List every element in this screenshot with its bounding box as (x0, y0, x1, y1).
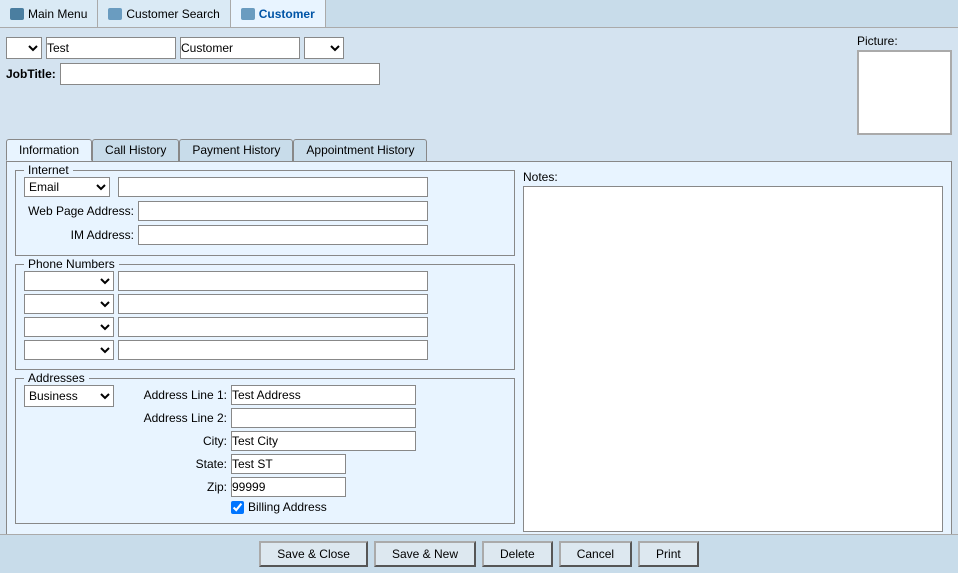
zip-row: Zip: (122, 477, 506, 497)
content-area: JobTitle: Picture: Information Call Hist… (0, 28, 958, 534)
webpage-input[interactable] (138, 201, 428, 221)
city-row: City: (122, 431, 506, 451)
phone-row-1 (24, 271, 506, 291)
first-name-input[interactable] (46, 37, 176, 59)
im-input[interactable] (138, 225, 428, 245)
phone-input-4[interactable] (118, 340, 428, 360)
tabs-bar: Information Call History Payment History… (6, 139, 952, 161)
tab-information[interactable]: Information (6, 139, 92, 161)
address-line1-label: Address Line 1: (122, 388, 227, 402)
phone-row-2 (24, 294, 506, 314)
city-input[interactable] (231, 431, 416, 451)
state-row: State: (122, 454, 506, 474)
title-bar: Main Menu Customer Search Customer (0, 0, 958, 28)
address-content: Business Address Line 1: Address Line 2: (24, 385, 506, 517)
address-fields: Address Line 1: Address Line 2: City: (122, 385, 506, 517)
customer-search-label: Customer Search (126, 7, 219, 21)
top-section: JobTitle: Picture: (6, 34, 952, 135)
im-label: IM Address: (24, 228, 134, 242)
picture-label: Picture: (857, 34, 898, 48)
address-line2-input[interactable] (231, 408, 416, 428)
app-window: Main Menu Customer Search Customer (0, 0, 958, 573)
webpage-row: Web Page Address: (24, 201, 506, 221)
tab-left-panel: Internet Email Web Page (15, 170, 515, 532)
delete-button[interactable]: Delete (482, 541, 553, 567)
phone-row-4 (24, 340, 506, 360)
print-button[interactable]: Print (638, 541, 699, 567)
main-menu-icon (10, 8, 24, 20)
billing-checkbox-row: Billing Address (231, 500, 327, 514)
name-section: JobTitle: (6, 34, 849, 86)
last-name-input[interactable] (180, 37, 300, 59)
phone-type-3[interactable] (24, 317, 114, 337)
bottom-bar: Save & Close Save & New Delete Cancel Pr… (0, 534, 958, 573)
tab-call-history[interactable]: Call History (92, 139, 179, 161)
addresses-section: Addresses Business Address Line 1: (15, 378, 515, 524)
email-row: Email (24, 177, 506, 197)
phone-type-4[interactable] (24, 340, 114, 360)
email-type-dropdown[interactable]: Email (24, 177, 110, 197)
address-type-dropdown[interactable]: Business (24, 385, 114, 407)
phone-type-1[interactable] (24, 271, 114, 291)
customer-icon (241, 8, 255, 20)
jobtitle-input[interactable] (60, 63, 380, 85)
save-close-button[interactable]: Save & Close (259, 541, 368, 567)
tabs-container: Information Call History Payment History… (6, 139, 952, 534)
tab-appointment-history[interactable]: Appointment History (293, 139, 427, 161)
phone-numbers-section: Phone Numbers (15, 264, 515, 370)
billing-row: Billing Address (122, 500, 506, 514)
jobtitle-row: JobTitle: (6, 62, 849, 86)
internet-legend: Internet (24, 163, 73, 177)
picture-panel: Picture: (857, 34, 952, 135)
notes-textarea[interactable] (523, 186, 943, 532)
addresses-legend: Addresses (24, 371, 89, 385)
notes-label: Notes: (523, 170, 943, 184)
tab-payment-history[interactable]: Payment History (179, 139, 293, 161)
customer-tab-label: Customer (259, 7, 315, 21)
im-row: IM Address: (24, 225, 506, 245)
state-label: State: (122, 457, 227, 471)
address-line2-label: Address Line 2: (122, 411, 227, 425)
city-label: City: (122, 434, 227, 448)
webpage-label: Web Page Address: (24, 204, 134, 218)
internet-section: Internet Email Web Page (15, 170, 515, 256)
customer-search-icon (108, 8, 122, 20)
address-line1-input[interactable] (231, 385, 416, 405)
tab-customer-search[interactable]: Customer Search (98, 0, 230, 27)
tab-customer[interactable]: Customer (231, 0, 326, 27)
tab-main-menu[interactable]: Main Menu (0, 0, 98, 27)
notes-panel: Notes: (523, 170, 943, 532)
jobtitle-label: JobTitle: (6, 67, 56, 81)
state-input[interactable] (231, 454, 346, 474)
phone-input-3[interactable] (118, 317, 428, 337)
prefix-dropdown[interactable] (6, 37, 42, 59)
zip-input[interactable] (231, 477, 346, 497)
address-line1-row: Address Line 1: (122, 385, 506, 405)
address-line2-row: Address Line 2: (122, 408, 506, 428)
main-menu-label: Main Menu (28, 7, 87, 21)
phone-input-1[interactable] (118, 271, 428, 291)
billing-checkbox[interactable] (231, 501, 244, 514)
suffix-dropdown[interactable] (304, 37, 344, 59)
name-row (6, 34, 849, 62)
save-new-button[interactable]: Save & New (374, 541, 476, 567)
phone-row-3 (24, 317, 506, 337)
picture-box (857, 50, 952, 135)
billing-label: Billing Address (248, 500, 327, 514)
cancel-button[interactable]: Cancel (559, 541, 632, 567)
tab-content-information: Internet Email Web Page (6, 161, 952, 534)
email-input[interactable] (118, 177, 428, 197)
phone-legend: Phone Numbers (24, 257, 119, 271)
phone-type-2[interactable] (24, 294, 114, 314)
phone-input-2[interactable] (118, 294, 428, 314)
zip-label: Zip: (122, 480, 227, 494)
